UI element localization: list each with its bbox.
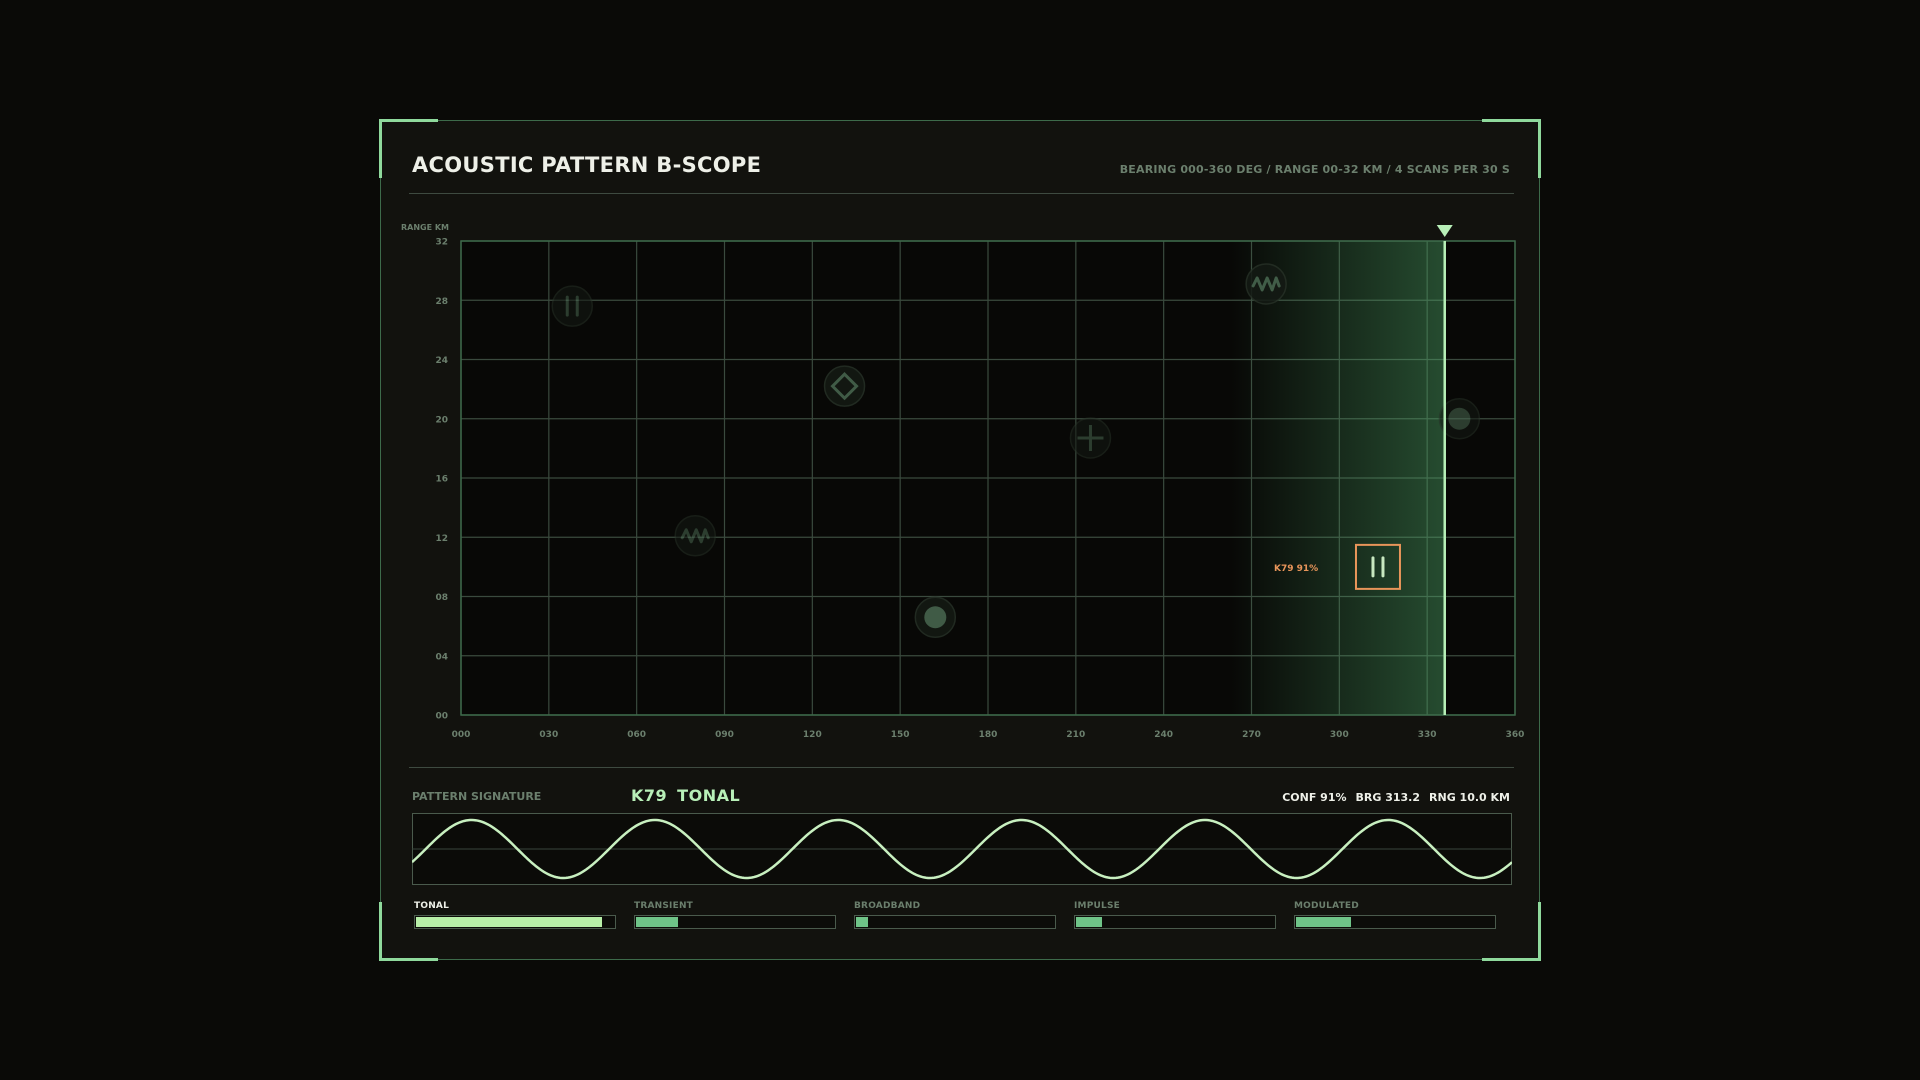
category-level-fill bbox=[416, 917, 603, 927]
sweep-trail bbox=[1231, 241, 1445, 715]
x-tick-label: 270 bbox=[1242, 730, 1261, 740]
y-tick-label: 12 bbox=[435, 534, 448, 544]
x-tick-label: 120 bbox=[803, 730, 822, 740]
contact-marker[interactable] bbox=[823, 365, 866, 407]
y-tick-label: 28 bbox=[435, 297, 448, 307]
y-tick-label: 16 bbox=[435, 475, 448, 485]
x-tick-label: 330 bbox=[1418, 730, 1437, 740]
signature-waveform bbox=[412, 813, 1512, 885]
signature-stats: CONF 91% BRG 313.2 RNG 10.0 KM bbox=[1273, 791, 1510, 804]
range-value: RNG 10.0 KM bbox=[1429, 791, 1510, 804]
category-transient[interactable]: TRANSIENT bbox=[634, 901, 838, 929]
category-tonal[interactable]: TONAL bbox=[414, 901, 618, 929]
category-level-bar bbox=[634, 915, 836, 929]
category-label: TONAL bbox=[414, 901, 450, 911]
sweep-marker-icon bbox=[1436, 225, 1453, 237]
category-level-fill bbox=[856, 917, 868, 927]
scope-panel: ACOUSTIC PATTERN B-SCOPE BEARING 000-360… bbox=[379, 119, 1541, 961]
x-tick-label: 360 bbox=[1506, 730, 1525, 740]
category-broadband[interactable]: BROADBAND bbox=[854, 901, 1058, 929]
category-label: IMPULSE bbox=[1074, 901, 1120, 911]
category-label: MODULATED bbox=[1294, 901, 1359, 911]
category-modulated[interactable]: MODULATED bbox=[1294, 901, 1498, 929]
x-tick-label: 180 bbox=[979, 730, 998, 740]
section-divider bbox=[409, 767, 1514, 768]
category-level-fill bbox=[1076, 917, 1102, 927]
category-level-fill bbox=[1296, 917, 1352, 927]
b-scope-display[interactable]: 00 04 08 12 16 20 24 28 32 000 030 060 090 120 150 180 2… bbox=[381, 121, 1541, 761]
confidence-value: CONF 91% bbox=[1282, 791, 1347, 804]
contact-marker[interactable] bbox=[674, 515, 716, 557]
contact-halo bbox=[551, 285, 594, 327]
category-level-bar bbox=[854, 915, 1056, 929]
y-tick-label: 08 bbox=[435, 593, 448, 603]
category-level-bar bbox=[1294, 915, 1496, 929]
contact-marker[interactable] bbox=[1069, 417, 1112, 459]
y-axis-label: RANGE KM bbox=[401, 223, 449, 232]
y-tick-label: 32 bbox=[435, 238, 448, 248]
x-tick-label: 090 bbox=[715, 730, 734, 740]
selected-contact-label: K79 91% bbox=[1274, 564, 1318, 574]
y-tick-label: 20 bbox=[435, 415, 448, 425]
category-level-bar bbox=[1074, 915, 1276, 929]
signature-type: TONAL bbox=[677, 786, 741, 805]
category-level-bar bbox=[414, 915, 616, 929]
x-tick-label: 150 bbox=[891, 730, 910, 740]
category-label: TRANSIENT bbox=[634, 901, 694, 911]
x-tick-label: 030 bbox=[539, 730, 558, 740]
signature-section-label: PATTERN SIGNATURE bbox=[412, 790, 542, 803]
contact-marker[interactable] bbox=[1245, 263, 1287, 305]
x-tick-label: 300 bbox=[1330, 730, 1349, 740]
y-tick-label: 00 bbox=[435, 712, 448, 722]
signature-contact-id: K79 bbox=[631, 786, 668, 805]
bearing-value: BRG 313.2 bbox=[1355, 791, 1421, 804]
signature-id: K79 TONAL bbox=[631, 786, 750, 805]
category-level-fill bbox=[636, 917, 678, 927]
dot-icon bbox=[1448, 407, 1471, 430]
y-tick-label: 04 bbox=[435, 652, 448, 662]
contact-marker[interactable] bbox=[914, 596, 957, 638]
category-impulse[interactable]: IMPULSE bbox=[1074, 901, 1278, 929]
x-tick-label: 240 bbox=[1154, 730, 1173, 740]
category-label: BROADBAND bbox=[854, 901, 921, 911]
y-tick-label: 24 bbox=[435, 356, 448, 366]
contact-marker[interactable] bbox=[551, 285, 594, 327]
dot-icon bbox=[924, 606, 947, 629]
x-tick-label: 210 bbox=[1066, 730, 1085, 740]
x-tick-label: 000 bbox=[452, 730, 471, 740]
x-tick-label: 060 bbox=[627, 730, 646, 740]
